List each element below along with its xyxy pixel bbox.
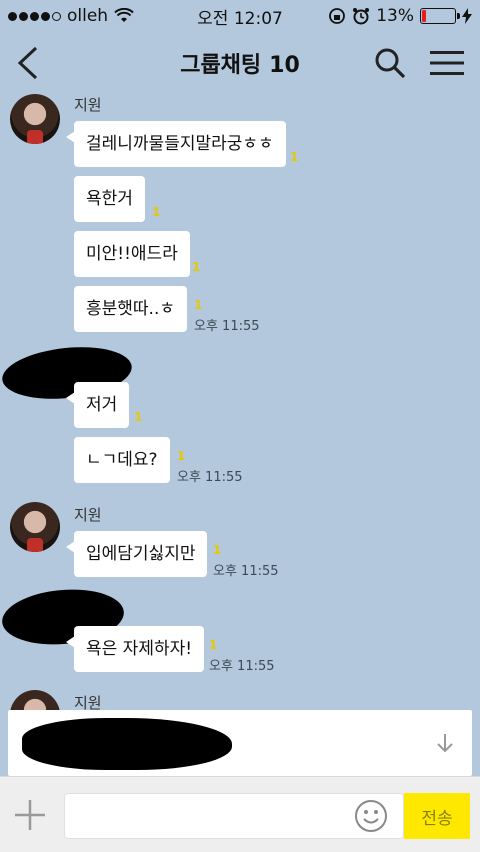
signal-icon <box>8 11 61 21</box>
new-message-preview[interactable] <box>8 710 472 776</box>
unread-count: 1 <box>192 260 201 274</box>
message-bubble[interactable]: 욕은 자제하자! <box>65 626 205 672</box>
unread-count: 1 <box>290 150 299 164</box>
sender-name: 지원 <box>74 694 102 710</box>
unread-count: 1 <box>134 410 143 424</box>
avatar[interactable] <box>10 690 60 710</box>
message-time: 오후 11:55 <box>213 564 279 579</box>
message-time: 오후 11:55 <box>194 319 260 334</box>
sender-name: 지원 <box>74 506 102 524</box>
carrier-label: olleh <box>67 6 109 26</box>
battery-fill <box>422 10 427 22</box>
chat-header: 그룹채팅 10 <box>0 32 480 94</box>
send-button[interactable]: 전송 <box>404 793 470 839</box>
charging-icon <box>462 8 472 24</box>
alarm-icon <box>353 8 370 25</box>
emoji-icon[interactable] <box>354 799 388 833</box>
wifi-icon <box>114 8 134 22</box>
status-time: 오전 12:07 <box>197 8 283 29</box>
message-bubble[interactable]: 흥분햇따..ㅎ <box>74 286 188 332</box>
plus-icon[interactable] <box>10 795 50 835</box>
status-left: olleh <box>8 6 134 26</box>
sender-name: 지원 <box>74 96 102 114</box>
message-bubble[interactable]: 입에담기싫지만 <box>65 531 208 577</box>
message-time: 오후 11:55 <box>177 470 243 485</box>
message-bubble[interactable]: ㄴㄱ데요? <box>74 437 170 483</box>
arrow-down-icon[interactable] <box>434 732 456 754</box>
battery-icon <box>420 8 460 24</box>
avatar[interactable] <box>10 502 60 552</box>
unread-count: 1 <box>213 543 222 557</box>
message-bubble[interactable]: 미안!!애드라 <box>74 231 190 277</box>
search-button[interactable] <box>374 47 406 79</box>
menu-button[interactable] <box>430 49 464 77</box>
chat-title: 그룹채팅 10 <box>180 47 300 79</box>
status-bar: olleh 오전 12:07 13% <box>0 0 480 32</box>
unread-count: 1 <box>177 449 186 463</box>
member-count: 10 <box>269 53 300 78</box>
message-bubble[interactable]: 걸레니까물들지말라궁ㅎㅎ <box>66 121 286 167</box>
unread-count: 1 <box>152 205 161 219</box>
redacted-preview <box>22 718 232 770</box>
avatar[interactable] <box>10 94 60 144</box>
input-bar: 전송 <box>0 776 480 852</box>
message-bubble[interactable]: 욕한거 <box>74 176 145 222</box>
unread-count: 1 <box>194 298 203 312</box>
chevron-left-icon <box>17 46 38 80</box>
message-input[interactable] <box>64 793 404 839</box>
message-time: 오후 11:55 <box>209 659 275 674</box>
menu-icon <box>430 51 464 75</box>
message-bubble[interactable]: 저거 <box>65 382 130 428</box>
back-button[interactable] <box>16 46 40 80</box>
message-list[interactable]: 지원 걸레니까물들지말라궁ㅎㅎ 1 욕한거 1 미안!!애드라 1 흥분햇따..… <box>0 94 480 710</box>
unread-count: 1 <box>209 638 218 652</box>
rotation-lock-icon <box>329 8 346 24</box>
header-actions <box>374 47 464 79</box>
battery-percent: 13% <box>376 6 414 26</box>
search-icon <box>375 48 406 79</box>
status-right: 13% <box>328 6 472 26</box>
chat-title-text: 그룹채팅 <box>180 53 262 78</box>
